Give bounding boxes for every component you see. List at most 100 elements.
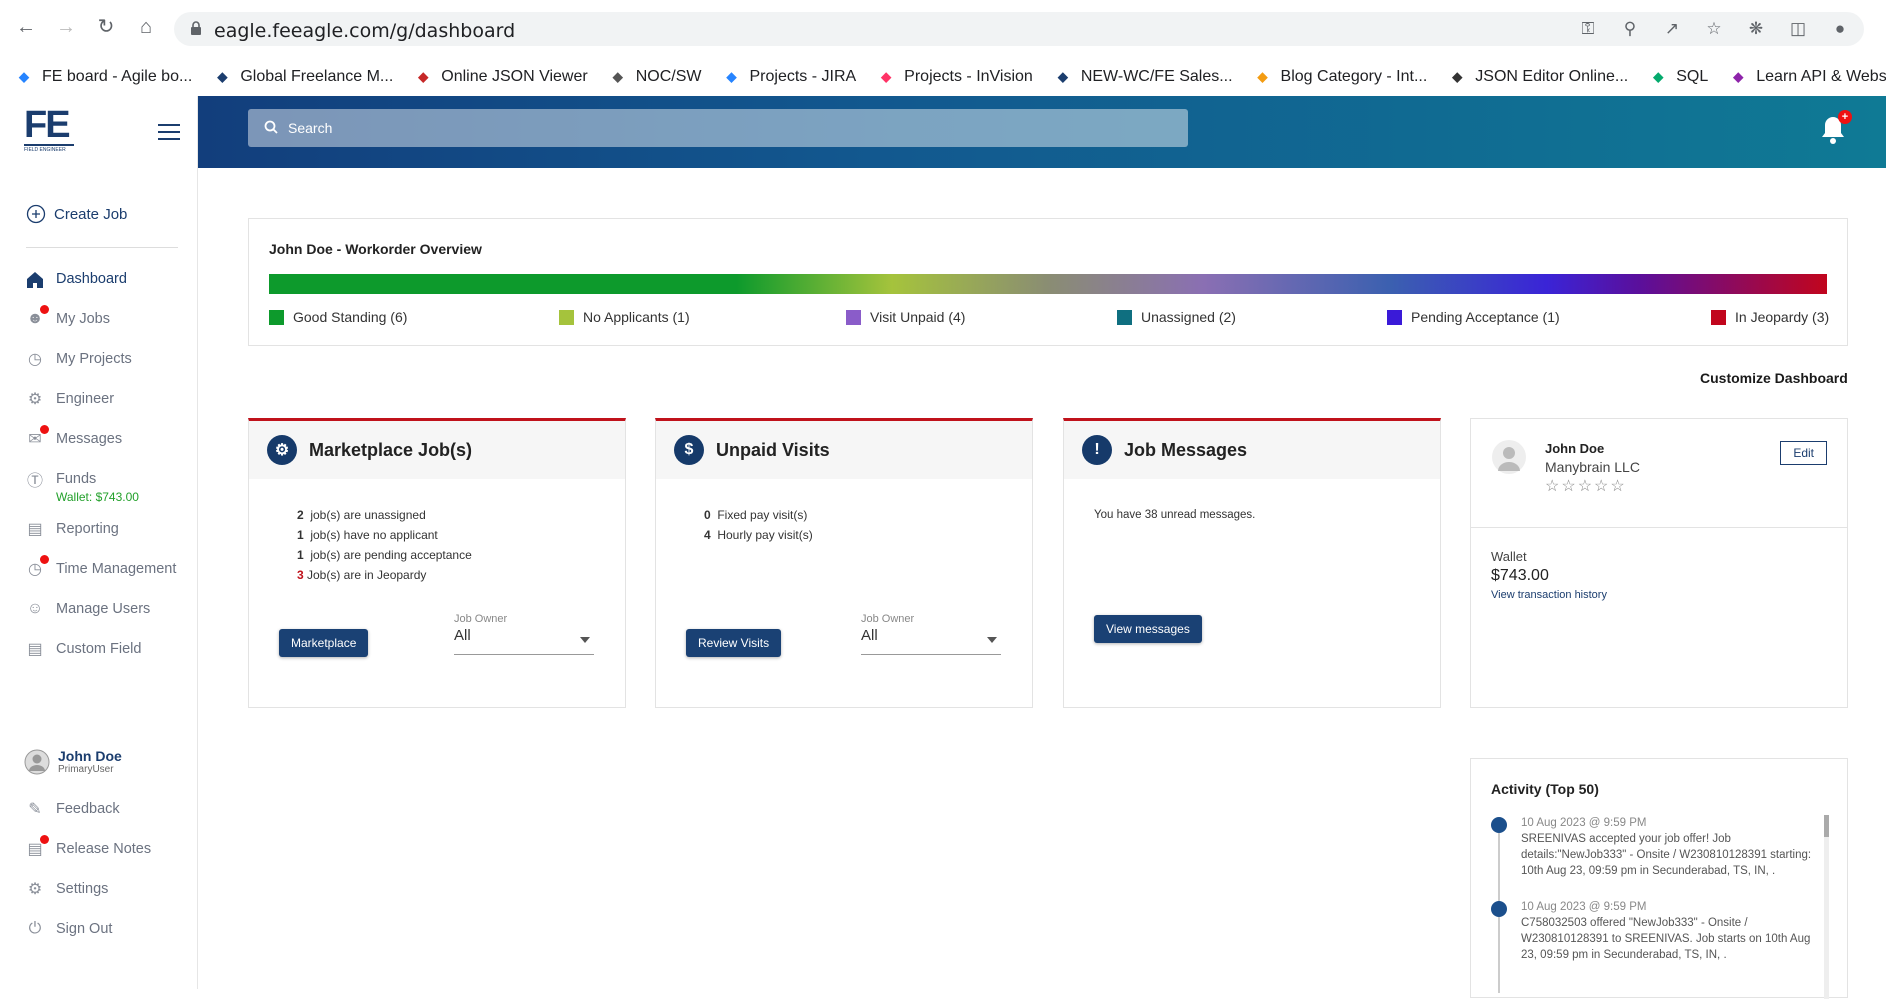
extensions-icon[interactable]: ❋ xyxy=(1746,19,1766,39)
bookmark-item[interactable]: ◆ Learn API & Webse... xyxy=(1728,67,1886,87)
activity-item[interactable]: 10 Aug 2023 @ 9:59 PM SREENIVAS accepted… xyxy=(1491,815,1821,909)
review-visits-button[interactable]: Review Visits xyxy=(686,629,782,657)
chat-icon: ✉ xyxy=(24,425,49,450)
address-bar[interactable]: eagle.feeagle.com/g/dashboard ⚿ ⚲ ↗ ☆ ❋ … xyxy=(174,12,1864,46)
sidebar-item-messages[interactable]: ✉ Messages xyxy=(24,425,123,450)
sidebar-item-label: Engineer xyxy=(56,391,115,407)
sidebar-item-my-projects[interactable]: ◷ My Projects xyxy=(24,348,132,370)
bookmark-item[interactable]: ◆ Projects - InVision xyxy=(876,67,1033,87)
stat-line: 1 job(s) are pending acceptance xyxy=(297,545,472,565)
stat-text: job(s) are pending acceptance xyxy=(310,548,472,562)
scrollbar[interactable] xyxy=(1824,815,1829,999)
legend-swatch xyxy=(846,309,861,325)
legend-no-applicants[interactable]: No Applicants (1) xyxy=(559,309,690,325)
star-rating-icon: ☆☆☆☆☆ xyxy=(1545,478,1627,495)
share-icon[interactable]: ↗ xyxy=(1662,19,1682,39)
notification-badge: + xyxy=(1838,110,1852,124)
unpaid-stats: 0 Fixed pay visit(s) 4 Hourly pay visit(… xyxy=(704,505,813,545)
hamburger-menu-icon[interactable] xyxy=(158,124,180,140)
bookmark-item[interactable]: ◆ NOC/SW xyxy=(608,67,702,87)
star-icon[interactable]: ☆ xyxy=(1704,19,1724,39)
plus-circle-icon xyxy=(26,204,46,224)
sidepanel-icon[interactable]: ◫ xyxy=(1788,19,1808,39)
activity-text: C758032503 offered "NewJob333" - Onsite … xyxy=(1521,917,1811,961)
create-job-link[interactable]: Create Job xyxy=(26,204,127,224)
activity-text: SREENIVAS accepted your job offer! Job d… xyxy=(1521,833,1812,877)
job-owner-select[interactable]: All xyxy=(454,627,594,655)
sidebar-item-reporting[interactable]: ▤ Reporting xyxy=(24,518,118,540)
forward-icon[interactable]: → xyxy=(54,15,78,39)
stat-number: 4 xyxy=(704,528,711,542)
fe-logo[interactable]: FE FIELD ENGINEER xyxy=(24,106,74,158)
reload-icon[interactable]: ↻ xyxy=(94,15,118,39)
stat-line: 3 Job(s) are in Jeopardy xyxy=(297,565,472,585)
sidebar-item-sign-out[interactable]: ⏻ Sign Out xyxy=(24,918,113,940)
sidebar-item-engineer[interactable]: ⚙ Engineer xyxy=(24,388,114,410)
legend-swatch xyxy=(269,309,284,325)
bookmark-item[interactable]: ◆ Global Freelance M... xyxy=(212,67,393,87)
view-messages-button[interactable]: View messages xyxy=(1094,615,1202,643)
legend-unassigned[interactable]: Unassigned (2) xyxy=(1117,309,1236,325)
stat-text: Hourly pay visit(s) xyxy=(717,528,813,542)
back-icon[interactable]: ← xyxy=(14,15,38,39)
bookmark-label: NOC/SW xyxy=(635,68,702,85)
key-icon[interactable]: ⚿ xyxy=(1578,19,1598,39)
dollar-icon: $ xyxy=(674,435,704,465)
bookmark-item[interactable]: ◆ Blog Category - Int... xyxy=(1253,67,1428,87)
sidebar-wallet-balance: Wallet: $743.00 xyxy=(56,490,139,504)
feedback-icon: ✎ xyxy=(28,801,42,818)
sidebar-user[interactable]: John Doe PrimaryUser xyxy=(24,748,122,775)
sidebar-item-dashboard[interactable]: Dashboard xyxy=(24,268,127,290)
sidebar-item-release-notes[interactable]: ▤ Release Notes xyxy=(24,835,151,860)
sidebar-item-manage-users[interactable]: ☺ Manage Users xyxy=(24,598,150,620)
legend-in-jeopardy[interactable]: In Jeopardy (3) xyxy=(1711,309,1829,325)
blog-icon: ◆ xyxy=(1257,69,1268,84)
bookmark-item[interactable]: ◆ Projects - JIRA xyxy=(721,67,856,87)
avatar xyxy=(24,749,50,774)
bookmark-item[interactable]: ◆ JSON Editor Online... xyxy=(1447,67,1628,87)
legend-label: No Applicants (1) xyxy=(583,309,690,325)
bookmark-label: Learn API & Webse... xyxy=(1756,68,1886,85)
customize-dashboard-link[interactable]: Customize Dashboard xyxy=(1700,370,1848,386)
legend-pending-acceptance[interactable]: Pending Acceptance (1) xyxy=(1387,309,1560,325)
sidebar-item-custom-field[interactable]: ▤ Custom Field xyxy=(24,638,141,660)
job-owner-select[interactable]: All xyxy=(861,627,1001,655)
scrollbar-thumb[interactable] xyxy=(1824,815,1829,837)
dollar-icon: Ⓣ xyxy=(26,473,43,490)
card-title: Marketplace Job(s) xyxy=(309,439,473,460)
transaction-history-link[interactable]: View transaction history xyxy=(1491,589,1607,601)
edit-profile-button[interactable]: Edit xyxy=(1780,441,1827,465)
stat-number: 0 xyxy=(704,508,711,522)
sidebar-item-funds[interactable]: Ⓣ Funds xyxy=(24,468,96,490)
home-icon[interactable]: ⌂ xyxy=(134,15,158,39)
sidebar-item-label: Messages xyxy=(56,431,123,447)
legend-good-standing[interactable]: Good Standing (6) xyxy=(269,309,407,325)
search-input[interactable]: Search xyxy=(248,109,1188,147)
bookmark-item[interactable]: ◆ SQL xyxy=(1648,67,1708,87)
stat-line: 2 job(s) are unassigned xyxy=(297,505,472,525)
bookmark-item[interactable]: ◆ FE board - Agile bo... xyxy=(14,67,192,87)
engineer-icon: ⚙ xyxy=(27,391,43,408)
stat-number: 1 xyxy=(297,528,304,542)
bookmark-item[interactable]: ◆ NEW-WC/FE Sales... xyxy=(1053,67,1233,87)
divider xyxy=(26,247,178,248)
noc-icon: ◆ xyxy=(612,69,623,84)
bookmark-label: Blog Category - Int... xyxy=(1280,68,1428,85)
activity-item[interactable]: 10 Aug 2023 @ 9:59 PM C758032503 offered… xyxy=(1491,899,1821,993)
profile-company: Manybrain LLC xyxy=(1545,459,1640,475)
bookmark-item[interactable]: ◆ Online JSON Viewer xyxy=(413,67,587,87)
sidebar-item-label: My Jobs xyxy=(56,311,110,327)
sidebar-item-time-management[interactable]: ◷ Time Management xyxy=(24,555,176,580)
legend-swatch xyxy=(1711,309,1726,325)
marketplace-button[interactable]: Marketplace xyxy=(279,629,369,657)
fe-icon: ◆ xyxy=(1057,69,1068,84)
sidebar-item-my-jobs[interactable]: ☻ My Jobs xyxy=(24,305,110,330)
zoom-icon[interactable]: ⚲ xyxy=(1620,19,1640,39)
legend-visit-unpaid[interactable]: Visit Unpaid (4) xyxy=(846,309,965,325)
stat-text: job(s) have no applicant xyxy=(310,528,438,542)
sidebar-item-settings[interactable]: ⚙ Settings xyxy=(24,878,109,900)
chevron-down-icon xyxy=(987,637,997,643)
profile-icon[interactable]: ● xyxy=(1830,19,1850,39)
url-text[interactable]: eagle.feeagle.com/g/dashboard xyxy=(214,20,515,42)
sidebar-item-feedback[interactable]: ✎ Feedback xyxy=(24,798,119,820)
